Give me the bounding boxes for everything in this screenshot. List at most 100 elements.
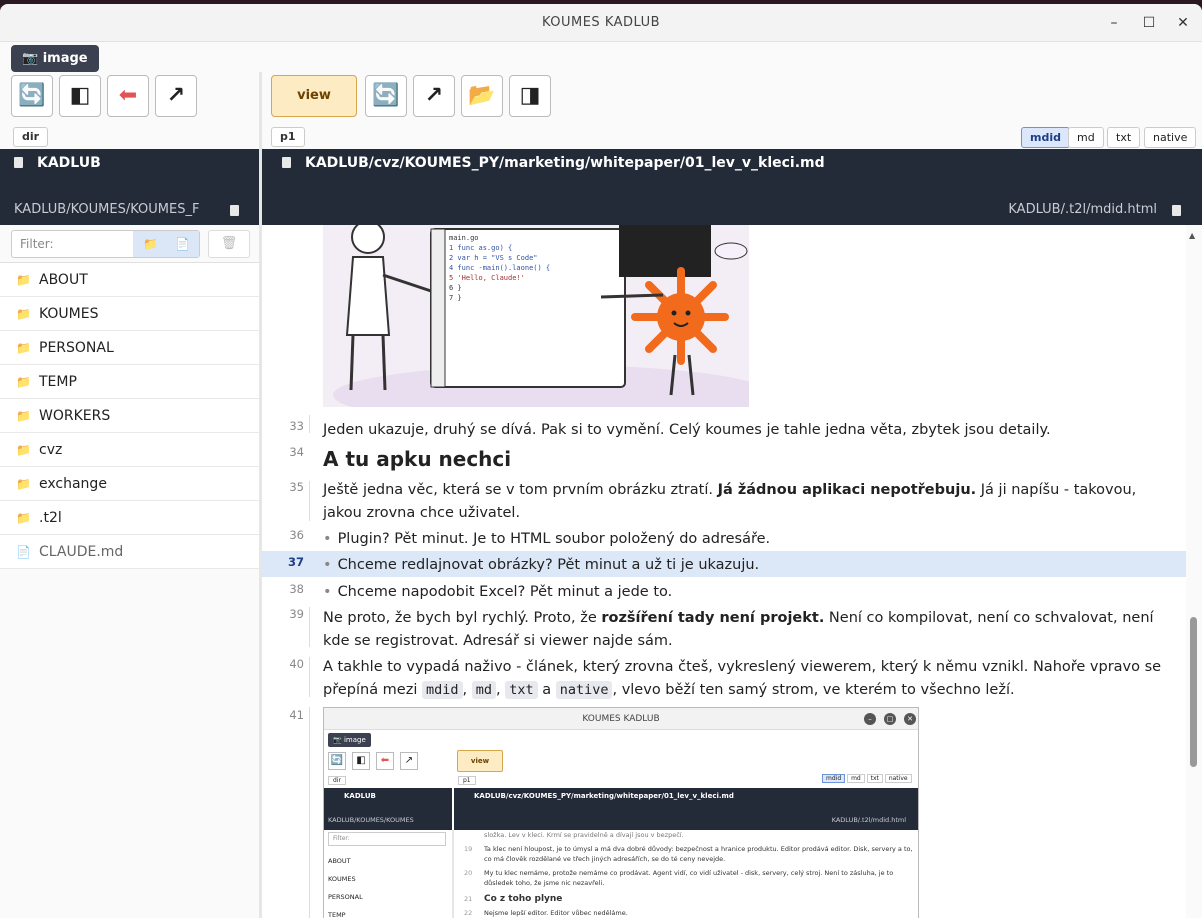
filter-input[interactable]: Filter: 📁 📄 [11, 230, 200, 258]
line-number: 39 [289, 607, 304, 621]
code-line: main.go [449, 234, 479, 242]
minimize-button[interactable]: – [1104, 13, 1124, 33]
gutter-line [309, 481, 310, 521]
code-line: 7 } [449, 294, 462, 302]
mini-close-icon: ✕ [904, 713, 916, 725]
gutter-line [309, 707, 310, 918]
open-external-icon[interactable]: ↗ [155, 75, 197, 117]
title-bar: KOUMES KADLUB – ☐ ✕ [0, 4, 1202, 42]
mode-mdid-button[interactable]: mdid [1021, 127, 1070, 148]
folder-filter-icon[interactable]: 📁 [143, 231, 158, 257]
list-item-37: • Chceme redlajnovat obrázky? Pět minut a… [323, 557, 760, 573]
screenshot-image: KOUMES KADLUB – □ ✕ 📷 image 🔄 ◧ ⬅ ↗ view… [323, 707, 919, 918]
illustration-image: main.go 1 func as.go) { 2 var h = "VS s … [323, 225, 749, 407]
vertical-scrollbar[interactable]: ▲ [1186, 225, 1202, 918]
filter-toggle-group: 📁 📄 [133, 231, 199, 257]
paragraph-line-33: Jeden ukazuje, druhý se dívá. Pak si to … [323, 422, 1051, 438]
copy-path-icon[interactable] [1172, 205, 1181, 216]
gutter-line [309, 415, 310, 433]
left-toolbar: 🔄 ◧ ⬅ ↗ [0, 72, 259, 124]
right-pane-header: KADLUB/cvz/KOUMES_PY/marketing/whitepape… [262, 149, 1202, 225]
paragraph-line-40: A takhle to vypadá naživo - článek, kter… [323, 659, 1162, 699]
left-chip-row: dir [0, 124, 259, 150]
folder-icon: 📁 [16, 443, 31, 457]
code-line: 4 func -main().laone() { [449, 264, 551, 272]
mode-md-button[interactable]: md [1068, 127, 1104, 148]
tree-item-about[interactable]: 📁 ABOUT [0, 263, 259, 297]
filter-row: Filter: 📁 📄 🗑 [0, 225, 259, 263]
page-chip[interactable]: p1 [271, 127, 305, 147]
folder-icon: 📁 [16, 477, 31, 491]
back-arrow-icon[interactable]: ⬅ [107, 75, 149, 117]
code-line: 2 var h = "VS s Code" [449, 254, 538, 262]
window-title: KOUMES KADLUB [541, 15, 661, 30]
tree-item-cvz[interactable]: 📁 cvz [0, 433, 259, 467]
tree-item-claude-md[interactable]: 📄 CLAUDE.md [0, 535, 259, 569]
folder-icon: 📁 [16, 409, 31, 423]
list-item-38: • Chceme napodobit Excel? Pět minut a jed… [323, 584, 673, 600]
contrast-icon[interactable]: ◧ [59, 75, 101, 117]
mini-tree: ABOUT KOUMES PERSONAL TEMP [328, 857, 363, 918]
image-menu-button[interactable]: 📷 image [11, 45, 99, 72]
line-number: 34 [289, 445, 304, 459]
left-pane-title: KADLUB [37, 155, 101, 171]
left-pane-path: KADLUB/KOUMES/KOUMES_F [14, 202, 200, 217]
refresh-icon[interactable]: 🔄 [365, 75, 407, 117]
scroll-up-icon[interactable]: ▲ [1189, 231, 1195, 240]
mini-contrast-icon: ◧ [352, 752, 370, 770]
folder-icon: 📁 [16, 307, 31, 321]
dir-chip[interactable]: dir [13, 127, 49, 147]
folder-icon: 📁 [16, 273, 31, 287]
file-filter-icon[interactable]: 📄 [175, 231, 190, 257]
folder-icon: 📁 [16, 511, 31, 525]
line-number: 35 [289, 480, 304, 494]
tree-item-exchange[interactable]: 📁 exchange [0, 467, 259, 501]
mini-minimize-icon: – [864, 713, 876, 725]
mini-external-icon: ↗ [400, 752, 418, 770]
mode-native-button[interactable]: native [1144, 127, 1197, 148]
folder-icon: 📁 [16, 341, 31, 355]
document-viewer: main.go 1 func as.go) { 2 var h = "VS s … [262, 225, 1186, 918]
contrast-icon[interactable]: ◨ [509, 75, 551, 117]
mini-document: složka. Lev v kleci. Krmí se pravidelně … [464, 831, 913, 917]
line-number-current: 37 [287, 555, 304, 569]
mini-back-icon: ⬅ [376, 752, 394, 770]
mini-refresh-icon: 🔄 [328, 752, 346, 770]
menu-row: 📷 image [0, 42, 1202, 76]
filter-placeholder: Filter: [20, 237, 54, 251]
open-external-icon[interactable]: ↗ [413, 75, 455, 117]
bullet: • [323, 557, 332, 573]
code-line: 5 'Hello, Claude!' [449, 274, 525, 282]
paragraph-line-39: Ne proto, že bych byl rychlý. Proto, že … [323, 610, 1154, 649]
mini-left-toolbar: 🔄 ◧ ⬅ ↗ [328, 752, 452, 772]
maximize-button[interactable]: ☐ [1139, 13, 1159, 33]
mini-p1-chip: p1 [458, 776, 476, 785]
right-chip-row: p1 mdid md txt native [262, 124, 1202, 150]
line-number: 36 [289, 528, 304, 542]
mini-view-button: view [457, 750, 503, 772]
scrollbar-thumb[interactable] [1190, 617, 1197, 767]
code-line: 1 func as.go) { [449, 244, 513, 252]
tree-item-workers[interactable]: 📁 WORKERS [0, 399, 259, 433]
code-line: 6 } [449, 284, 462, 292]
tree-item-temp[interactable]: 📁 TEMP [0, 365, 259, 399]
refresh-icon[interactable]: 🔄 [11, 75, 53, 117]
trash-icon[interactable]: 🗑 [208, 230, 250, 258]
tree-item-personal[interactable]: 📁 PERSONAL [0, 331, 259, 365]
copy-path-icon[interactable] [230, 205, 239, 216]
mini-dir-chip: dir [328, 776, 346, 785]
mini-mode-switch: mdid md txt native [822, 774, 912, 783]
view-button[interactable]: view [271, 75, 357, 117]
tree-item-koumes[interactable]: 📁 KOUMES [0, 297, 259, 331]
close-button[interactable]: ✕ [1173, 13, 1193, 33]
viewer-path: KADLUB/.t2l/mdid.html [1008, 202, 1157, 217]
list-item-36: • Plugin? Pět minut. Je to HTML soubor po… [323, 531, 771, 547]
document-icon [282, 157, 291, 168]
tree-item-t2l[interactable]: 📁 .t2l [0, 501, 259, 535]
mode-txt-button[interactable]: txt [1107, 127, 1141, 148]
mini-image-button: 📷 image [328, 733, 371, 747]
mini-title: KOUMES KADLUB [324, 708, 918, 730]
gutter-line [309, 607, 310, 647]
file-icon: 📄 [16, 545, 31, 559]
folder-icon[interactable]: 📂 [461, 75, 503, 117]
